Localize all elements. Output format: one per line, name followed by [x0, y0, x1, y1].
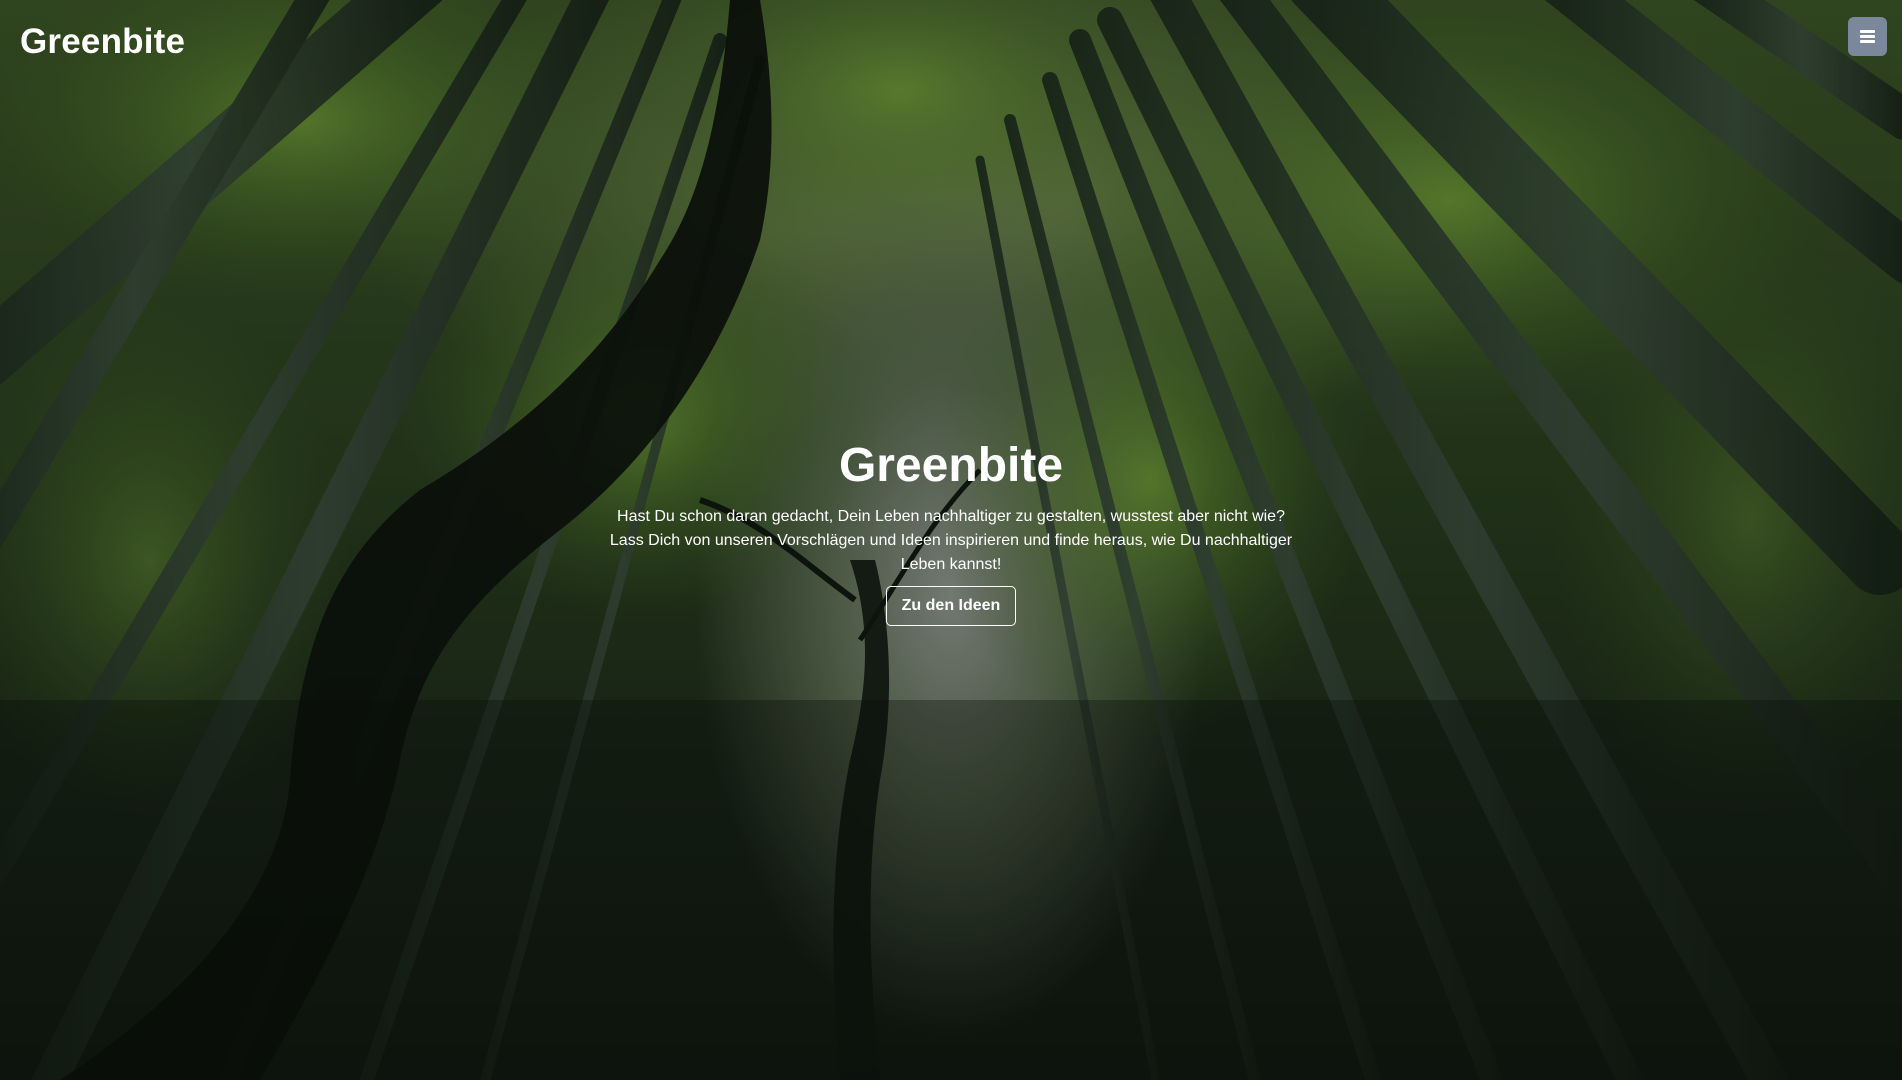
navbar-toggle-button[interactable]: [1848, 17, 1887, 56]
hero-lead-text: Hast Du schon daran gedacht, Dein Leben …: [609, 508, 1293, 573]
hero-title: Greenbite: [838, 439, 1064, 492]
navbar-brand[interactable]: Greenbite: [20, 22, 185, 62]
hamburger-menu-icon: [1860, 30, 1875, 43]
hero-section: Greenbite Greenbite Hast Du schon daran …: [0, 0, 1902, 1080]
to-ideas-button[interactable]: Zu den Ideen: [885, 586, 1017, 626]
hero-content: Greenbite Hast Du schon daran gedacht, D…: [601, 437, 1301, 626]
